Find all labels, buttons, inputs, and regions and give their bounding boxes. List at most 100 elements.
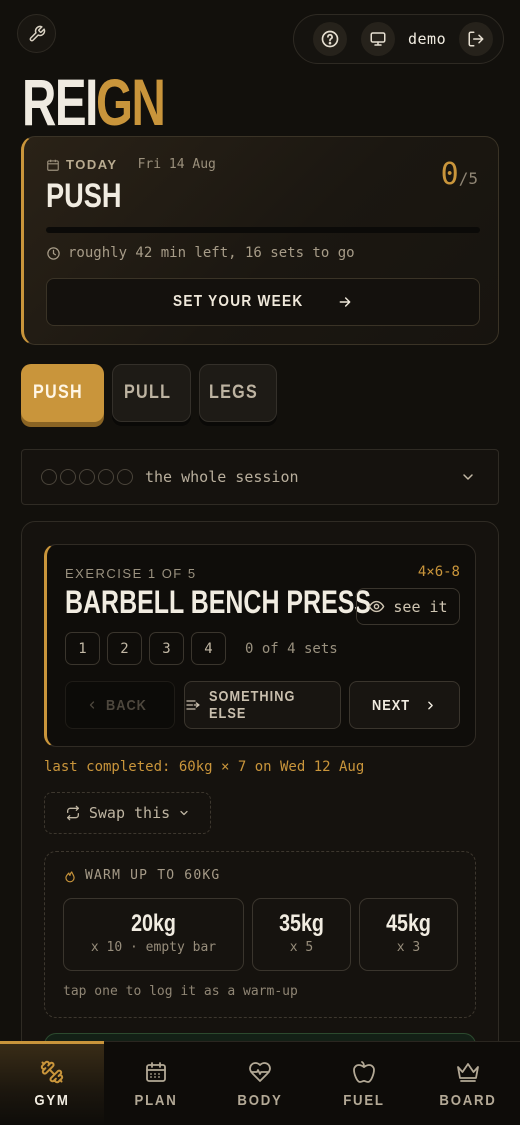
see-it-button[interactable]: see it <box>356 588 460 625</box>
set-button-2[interactable]: 2 <box>107 632 142 665</box>
username: demo <box>408 30 447 48</box>
back-button[interactable]: BACK <box>65 681 175 729</box>
flame-icon <box>63 869 77 883</box>
today-card: TODAY Fri 14 Aug PUSH 0/5 roughly 42 min… <box>21 136 499 345</box>
logo-text-primary: REI <box>22 65 98 139</box>
eye-icon <box>368 598 385 615</box>
nav-plan-label: PLAN <box>134 1092 178 1109</box>
chevron-down-icon <box>178 807 190 819</box>
nav-body[interactable]: BODY <box>208 1042 312 1125</box>
back-label: BACK <box>105 696 147 714</box>
logo-text-accent: GN <box>96 65 166 139</box>
set-tracker: 1 2 3 4 0 of 4 sets <box>65 632 338 665</box>
chevron-down-icon <box>460 469 476 485</box>
dumbbell-icon <box>40 1060 64 1084</box>
display-mode-button[interactable] <box>361 22 395 56</box>
set-your-week-label: SET YOUR WEEK <box>173 293 304 310</box>
monitor-icon <box>369 30 387 48</box>
exercise-counter: 0/5 <box>441 157 478 192</box>
set-button-3[interactable]: 3 <box>149 632 184 665</box>
today-label: TODAY <box>66 157 118 172</box>
today-workout-title: PUSH <box>46 177 122 215</box>
help-button[interactable] <box>313 22 347 56</box>
nav-board-label: BOARD <box>439 1092 497 1109</box>
warmup-weight: 35kg <box>279 910 324 937</box>
logout-icon <box>467 30 485 48</box>
list-swap-icon <box>185 697 201 713</box>
warmup-set-1[interactable]: 20kg x 10 · empty bar <box>63 898 244 971</box>
chevron-left-icon <box>86 699 98 711</box>
warmup-set-2[interactable]: 35kg x 5 <box>252 898 351 971</box>
calendar-icon <box>46 158 60 172</box>
swap-arrows-icon <box>65 805 81 821</box>
nav-board[interactable]: BOARD <box>416 1042 520 1125</box>
exercise-dot <box>79 469 95 485</box>
nav-plan[interactable]: PLAN <box>104 1042 208 1125</box>
tab-legs[interactable]: LEGS <box>199 364 277 422</box>
today-date: Fri 14 Aug <box>137 157 216 172</box>
nav-body-label: BODY <box>237 1092 283 1109</box>
today-header: TODAY Fri 14 Aug <box>46 157 216 172</box>
warmup-hint: tap one to log it as a warm-up <box>63 984 298 999</box>
time-remaining-text: roughly 42 min left, 16 sets to go <box>68 245 355 261</box>
crown-icon <box>456 1060 480 1084</box>
next-button[interactable]: NEXT <box>349 681 460 729</box>
exercise-dot <box>60 469 76 485</box>
exercise-index: EXERCISE 1 OF 5 <box>65 566 197 581</box>
exercise-card: EXERCISE 1 OF 5 4×6-8 BARBELL BENCH PRES… <box>44 544 476 747</box>
nav-fuel-label: FUEL <box>343 1092 385 1109</box>
time-remaining: roughly 42 min left, 16 sets to go <box>46 245 355 261</box>
exercises-total: /5 <box>458 169 478 188</box>
tab-push-label: PUSH <box>33 382 84 403</box>
exercises-done: 0 <box>440 157 459 192</box>
swap-label: Swap this <box>88 804 171 822</box>
see-it-label: see it <box>393 597 448 616</box>
exercise-dot <box>41 469 57 485</box>
exercise-dot <box>117 469 133 485</box>
chevron-right-icon <box>424 699 437 712</box>
arrow-right-icon <box>337 294 353 310</box>
warmup-section: WARM UP TO 60KG 20kg x 10 · empty bar 35… <box>44 851 476 1018</box>
nav-gym[interactable]: GYM <box>0 1041 104 1125</box>
warmup-title: WARM UP TO 60KG <box>85 868 221 883</box>
set-button-1[interactable]: 1 <box>65 632 100 665</box>
sets-completed: 0 of 4 sets <box>245 640 338 657</box>
something-else-label: SOMETHING ELSE <box>209 688 296 722</box>
warmup-weight: 45kg <box>386 910 431 937</box>
rep-scheme: 4×6-8 <box>417 564 460 580</box>
warmup-reps: x 5 <box>289 940 314 955</box>
workout-panel: EXERCISE 1 OF 5 4×6-8 BARBELL BENCH PRES… <box>21 521 499 1081</box>
nav-gym-label: GYM <box>34 1092 70 1109</box>
session-overview-toggle[interactable]: the whole session <box>21 449 499 505</box>
logout-button[interactable] <box>459 22 493 56</box>
tab-legs-label: LEGS <box>209 382 259 403</box>
clock-icon <box>46 246 61 261</box>
warmup-reps: x 3 <box>396 940 421 955</box>
next-label: NEXT <box>371 696 410 714</box>
bottom-navigation: GYM PLAN BODY FUEL BOARD <box>0 1041 520 1125</box>
tab-pull-label: PULL <box>123 382 171 403</box>
help-icon <box>320 29 340 49</box>
app-logo: REIGN <box>22 65 191 139</box>
session-progress-bar <box>46 227 480 233</box>
calendar-icon <box>144 1060 168 1084</box>
set-button-4[interactable]: 4 <box>191 632 226 665</box>
nav-fuel[interactable]: FUEL <box>312 1042 416 1125</box>
exercise-progress-dots <box>41 469 133 485</box>
warmup-set-3[interactable]: 45kg x 3 <box>359 898 458 971</box>
tab-push[interactable]: PUSH <box>21 364 104 422</box>
settings-button[interactable] <box>17 14 56 53</box>
apple-icon <box>352 1060 376 1084</box>
heart-pulse-icon <box>248 1060 272 1084</box>
tab-pull[interactable]: PULL <box>112 364 191 422</box>
exercise-dot <box>98 469 114 485</box>
set-your-week-button[interactable]: SET YOUR WEEK <box>46 278 480 326</box>
exercise-name: BARBELL BENCH PRESS <box>65 584 372 620</box>
warmup-header: WARM UP TO 60KG <box>63 868 220 883</box>
wrench-icon <box>28 25 46 43</box>
swap-exercise-button[interactable]: Swap this <box>44 792 211 834</box>
warmup-weight: 20kg <box>131 910 176 937</box>
warmup-reps: x 10 · empty bar <box>90 940 217 955</box>
something-else-button[interactable]: SOMETHING ELSE <box>184 681 341 729</box>
session-label: the whole session <box>145 468 299 486</box>
